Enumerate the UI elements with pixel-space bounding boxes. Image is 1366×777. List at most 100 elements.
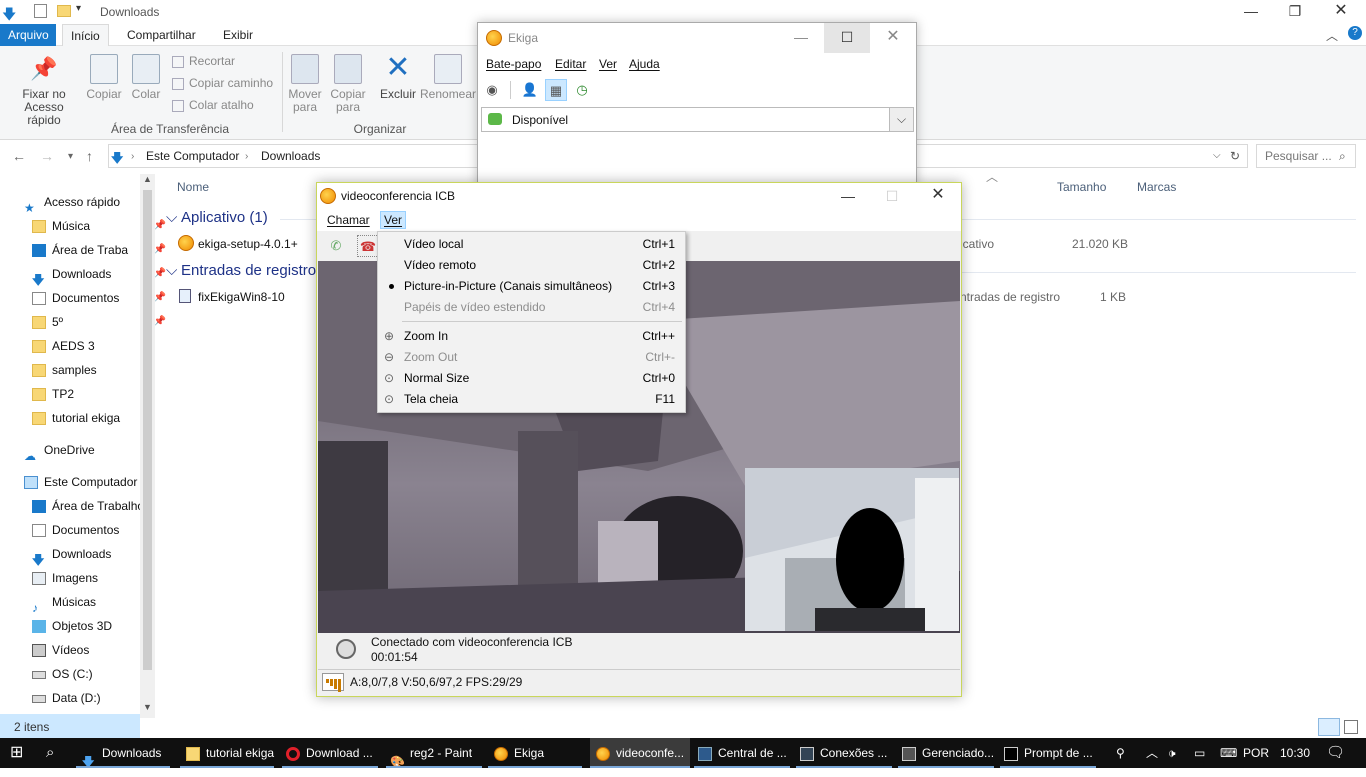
nav-label: Downloads [52,547,112,561]
minimize-button[interactable]: — [1228,0,1274,24]
battery-icon[interactable]: ▭ [1194,738,1205,768]
menu-ver-open[interactable]: Ver [380,211,407,229]
search-box[interactable]: Pesquisar ... ⌕ [1256,144,1356,168]
menu-bate-papo[interactable]: Bate-papo [486,57,541,71]
taskbar-item-conexoes[interactable]: Conexões ... [796,738,896,768]
back-arrow-icon[interactable]: ← [12,148,26,164]
cut-button[interactable]: Recortar [172,50,235,72]
minimize-button[interactable]: — [778,26,824,50]
close-button[interactable]: ✕ [1318,0,1364,24]
minimize-button[interactable]: — [825,185,871,209]
close-button[interactable]: ✕ [870,26,916,50]
nav-label: Vídeos [52,643,90,657]
tab-compartilhar[interactable]: Compartilhar [119,24,204,46]
group-chevron-icon[interactable]: ⌵ [166,209,177,226]
copy-to-button[interactable]: Copiar para [328,54,368,114]
menu-editar[interactable]: Editar [555,57,586,71]
notification-icon[interactable]: 🗨 [1326,738,1345,768]
chevron-down-icon[interactable]: ⌵ [889,108,913,131]
taskbar-item-videoconference[interactable]: videoconfe... [590,738,690,768]
scroll-up-icon[interactable]: ▲ [143,174,152,184]
recent-locations-icon[interactable]: ▾ [68,151,73,162]
forward-arrow-icon[interactable]: → [40,148,54,164]
help-icon[interactable]: ? [1348,26,1362,40]
taskbar-item-ekiga[interactable]: Ekiga [488,738,588,768]
details-view-icon[interactable] [1318,718,1340,736]
menu-item-tela-cheia[interactable]: ⊙ Tela cheia F11 [378,389,685,410]
group-chevron-icon[interactable]: ⌵ [166,262,177,279]
volume-icon[interactable]: 🕩 [1168,738,1176,768]
delete-button[interactable]: ✕ Excluir [378,53,418,101]
maximize-button[interactable]: ☐ [824,23,870,53]
scrollbar-thumb[interactable] [143,190,152,670]
clock[interactable]: 10:30 [1280,738,1310,768]
hangup-phone-icon[interactable]: ☎ [357,235,379,257]
webcam-icon[interactable]: ◉ [481,79,503,101]
up-arrow-icon[interactable]: ↑ [86,148,93,164]
column-tamanho[interactable]: Tamanho [1057,180,1106,194]
copy-button[interactable]: Copiar [84,54,124,101]
close-button[interactable]: ✕ [915,184,961,208]
taskbar-item-paint[interactable]: 🎨 reg2 - Paint [386,738,486,769]
dialpad-icon[interactable]: ▦ [545,79,567,101]
taskbar-item-prompt[interactable]: Prompt de ... [1000,738,1100,768]
presence-value: Disponível [512,113,569,127]
chevron-up-icon[interactable]: ︿ [1146,738,1158,768]
properties-icon[interactable] [34,4,47,18]
taskbar-item-gerenciador[interactable]: Gerenciado... [898,738,998,768]
breadcrumb-downloads[interactable]: Downloads [261,149,320,163]
paste-shortcut-button[interactable]: Colar atalho [172,94,254,116]
tab-inicio[interactable]: Início [62,24,109,46]
refresh-icon[interactable]: ↻ [1230,149,1240,163]
pickup-phone-icon[interactable]: ✆ [325,235,347,257]
copy-path-button[interactable]: Copiar caminho [172,72,273,94]
menu-ver[interactable]: Ver [599,57,617,71]
customize-qat-icon[interactable]: ▾ [76,3,81,14]
move-to-button[interactable]: Mover para [286,54,324,114]
taskbar-item-tutorial-ekiga[interactable]: tutorial ekiga [180,738,280,768]
group-aplicativo[interactable]: Aplicativo (1) [181,209,268,226]
menu-item-normal-size[interactable]: ⊙ Normal Size Ctrl+0 [378,368,685,389]
taskbar-item-opera[interactable]: Download ... [282,738,382,768]
network-icon[interactable]: ⌨ [1220,738,1237,768]
maximize-button[interactable]: ☐ [869,185,915,209]
language-indicator[interactable]: POR [1243,738,1269,768]
nav-scrollbar[interactable]: ▲ ▼ [140,174,155,718]
call-history-icon[interactable]: ◷ [571,79,593,101]
chevron-right-icon: › [245,151,249,162]
taskbar-item-downloads[interactable]: 🡇 Downloads [76,738,176,769]
column-marcas[interactable]: Marcas [1137,180,1176,194]
menu-chamar[interactable]: Chamar [327,213,370,227]
menu-item-picture-in-picture[interactable]: Picture-in-Picture (Canais simultâneos) C… [378,276,685,297]
scroll-down-icon[interactable]: ▼ [143,702,152,712]
film-icon [32,644,46,658]
tab-exibir[interactable]: Exibir [215,24,261,46]
rename-button[interactable]: Renomear [420,54,476,101]
contacts-icon[interactable]: 👤 [519,79,541,101]
collapse-ribbon-icon[interactable]: ︿ [1326,27,1338,44]
new-folder-icon[interactable] [57,5,71,17]
paste-shortcut-icon [172,99,184,112]
restore-button[interactable]: ❐ [1272,0,1318,24]
menu-item-video-local[interactable]: Vídeo local Ctrl+1 [378,234,685,255]
pictures-icon [32,572,46,586]
pin-quick-access-button[interactable]: 📌 Fixar no Acesso rápido [8,54,80,127]
breadcrumb-este-computador[interactable]: Este Computador [146,149,239,163]
tab-arquivo[interactable]: Arquivo [0,24,56,46]
paste-button[interactable]: Colar [128,54,164,101]
people-icon[interactable]: ⚲ [1116,738,1125,768]
column-nome[interactable]: Nome [177,180,209,194]
presence-select[interactable]: Disponível ⌵ [481,107,914,132]
windows-start-icon[interactable]: ⊞ [10,738,23,768]
menu-ajuda[interactable]: Ajuda [629,57,660,71]
large-icons-view-icon[interactable] [1344,720,1358,734]
file-row-name[interactable]: fixEkigaWin8-10 [198,290,285,304]
zoom-out-icon: ⊖ [384,350,395,364]
address-dropdown-icon[interactable]: ⌵ [1213,150,1221,161]
group-registro[interactable]: Entradas de registro [181,262,316,279]
menu-item-zoom-in[interactable]: ⊕ Zoom In Ctrl++ [378,326,685,347]
search-icon[interactable]: ⌕ [46,738,54,768]
file-row-name[interactable]: ekiga-setup-4.0.1+ [198,237,298,251]
taskbar-item-central[interactable]: Central de ... [694,738,794,768]
menu-item-video-remoto[interactable]: Vídeo remoto Ctrl+2 [378,255,685,276]
